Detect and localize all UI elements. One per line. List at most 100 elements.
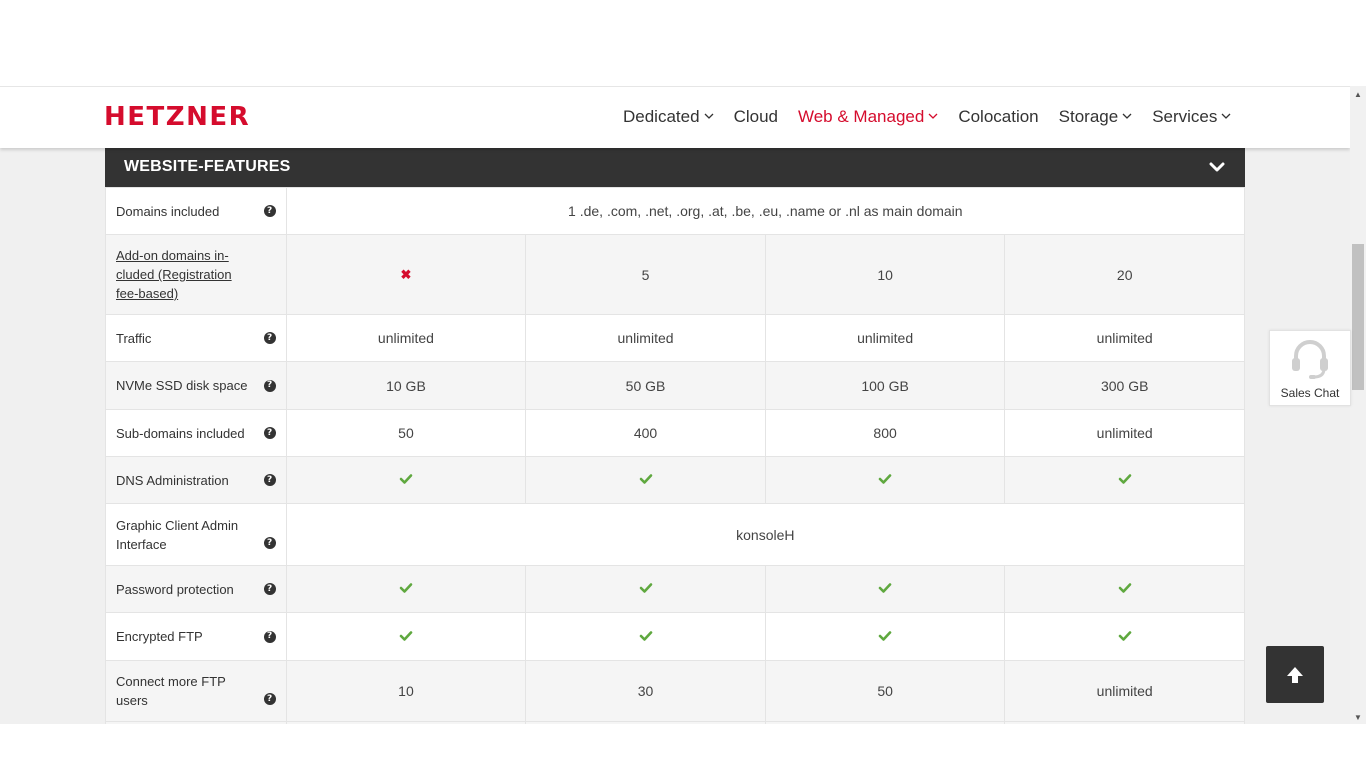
check-icon	[878, 629, 892, 645]
table-row: Connect more FTP users? 10 30 50 unlimited	[105, 660, 1245, 722]
feature-value-cell	[525, 565, 766, 613]
table-cell	[525, 721, 766, 724]
table-cell	[105, 721, 287, 724]
feature-value-cell: unlimited	[525, 314, 766, 362]
feature-value-cell: unlimited	[764, 314, 1006, 362]
nav-item-label: Colocation	[958, 107, 1039, 126]
feature-value-cell: unlimited	[285, 314, 527, 362]
page-scrollbar[interactable]: ▲ ▼	[1350, 86, 1366, 724]
question-icon[interactable]: ?	[263, 474, 276, 486]
feature-value: 5	[641, 266, 650, 283]
scrollbar-thumb[interactable]	[1352, 244, 1364, 390]
feature-value-cell: 800	[764, 409, 1006, 457]
question-icon[interactable]: ?	[263, 630, 276, 643]
feature-value: 100 GB	[861, 377, 909, 394]
nav-item-label: Dedicated	[623, 107, 700, 126]
feature-value-cell	[525, 456, 766, 504]
nav-item-dedicated[interactable]: Dedicated	[623, 107, 714, 127]
table-row: Sub-domains included? 50 400 800 unlimited	[105, 409, 1245, 457]
nav-item-cloud[interactable]: Cloud	[734, 107, 778, 127]
check-icon	[639, 472, 653, 488]
feature-value: unlimited	[857, 330, 914, 346]
feature-value-cell: 50	[764, 660, 1006, 722]
section-title: WEBSITE-FEATURES	[124, 158, 291, 175]
sales-chat-button[interactable]: Sales Chat	[1269, 330, 1351, 406]
feature-value: 10 GB	[386, 377, 426, 394]
scroll-down-arrow-icon[interactable]: ▼	[1354, 713, 1362, 722]
question-icon[interactable]: ?	[263, 379, 276, 392]
feature-label-cell: NVMe SSD disk space?	[105, 361, 287, 410]
feature-label: Domains included	[116, 203, 220, 219]
table-cell	[764, 721, 1006, 724]
nav-item-services[interactable]: Services	[1152, 107, 1231, 127]
feature-label: NVMe SSD disk space	[116, 378, 248, 393]
nav-item-storage[interactable]: Storage	[1059, 107, 1133, 127]
cross-icon: ✖	[400, 267, 412, 282]
check-icon	[878, 581, 892, 597]
feature-value: 50	[398, 425, 414, 441]
table-cell	[285, 721, 527, 724]
feature-value-all-plans: konsoleH	[285, 503, 1246, 566]
feature-value: 10	[877, 266, 893, 283]
feature-value: unlimited	[377, 330, 434, 346]
nav-item-label: Web & Managed	[797, 107, 925, 126]
table-row: NVMe SSD disk space? 10 GB 50 GB 100 GB 300 …	[105, 361, 1245, 410]
table-row: Encrypted FTP?	[105, 612, 1245, 661]
feature-value: 800	[873, 425, 897, 441]
question-icon[interactable]: ?	[263, 537, 276, 549]
nav-item-label: Storage	[1058, 107, 1119, 126]
check-icon	[1118, 472, 1132, 488]
feature-label: Connect more FTP users	[116, 674, 226, 708]
back-to-top-button[interactable]	[1266, 646, 1324, 703]
feature-value-cell: 20	[1004, 234, 1245, 315]
feature-value: unlimited	[1096, 425, 1153, 441]
feature-label-cell: Password protection?	[105, 565, 287, 613]
feature-value-cell	[285, 612, 527, 661]
website-features-header[interactable]: WEBSITE-FEATURES	[105, 148, 1245, 187]
question-icon[interactable]: ?	[263, 427, 276, 439]
feature-value-cell	[764, 565, 1006, 613]
table-row: DNS Administration?	[105, 456, 1245, 504]
feature-value-cell: 50 GB	[525, 361, 766, 410]
feature-value: 50 GB	[625, 377, 666, 394]
feature-label-link[interactable]: Add-on domains in-cluded (Registration f…	[116, 246, 276, 303]
chevron-down-icon[interactable]	[1209, 160, 1225, 174]
table-cell	[1004, 721, 1245, 724]
question-icon[interactable]: ?	[263, 332, 276, 344]
hetzner-logo[interactable]: HETZNER	[104, 102, 250, 132]
feature-value-cell: unlimited	[1004, 409, 1245, 457]
nav-item-web-managed[interactable]: Web & Managed	[798, 107, 938, 127]
nav-item-label: Cloud	[733, 107, 778, 126]
feature-label-cell: Graphic Client Admin Interface?	[105, 503, 287, 566]
question-icon[interactable]: ?	[263, 583, 276, 595]
table-row: Password protection?	[105, 565, 1245, 613]
main-nav: Dedicated Cloud Web & Managed Colocation Sto…	[623, 107, 1251, 127]
feature-label-cell: DNS Administration?	[105, 456, 287, 504]
feature-value-cell: 300 GB	[1004, 361, 1245, 410]
feature-value-cell	[1004, 612, 1245, 661]
feature-value-cell: 50	[285, 409, 527, 457]
feature-value-cell	[285, 565, 527, 613]
check-icon	[399, 472, 413, 488]
scroll-up-arrow-icon[interactable]: ▲	[1354, 90, 1362, 99]
question-icon[interactable]: ?	[263, 693, 276, 705]
feature-value-cell	[525, 612, 766, 661]
question-icon[interactable]: ?	[263, 205, 276, 217]
feature-value-cell: 5	[525, 234, 766, 315]
page-viewport: HETZNER Dedicated Cloud Web & Managed Coloc…	[0, 86, 1350, 724]
feature-label: Traffic	[116, 330, 152, 346]
chevron-down-icon	[928, 111, 938, 123]
feature-value: 30	[637, 683, 654, 699]
feature-value: 50	[877, 683, 893, 699]
nav-item-colocation[interactable]: Colocation	[958, 107, 1038, 127]
feature-value-cell	[285, 456, 527, 504]
feature-value-cell: 10	[285, 660, 527, 722]
chevron-down-icon	[704, 111, 714, 123]
feature-value-cell: 400	[525, 409, 766, 457]
chevron-down-icon	[1122, 111, 1132, 123]
feature-value-cell	[764, 612, 1006, 661]
feature-label-cell: Traffic?	[105, 314, 287, 362]
feature-value-cell: 10	[764, 234, 1006, 315]
feature-label: DNS Administration	[116, 472, 229, 488]
check-icon	[878, 472, 892, 488]
